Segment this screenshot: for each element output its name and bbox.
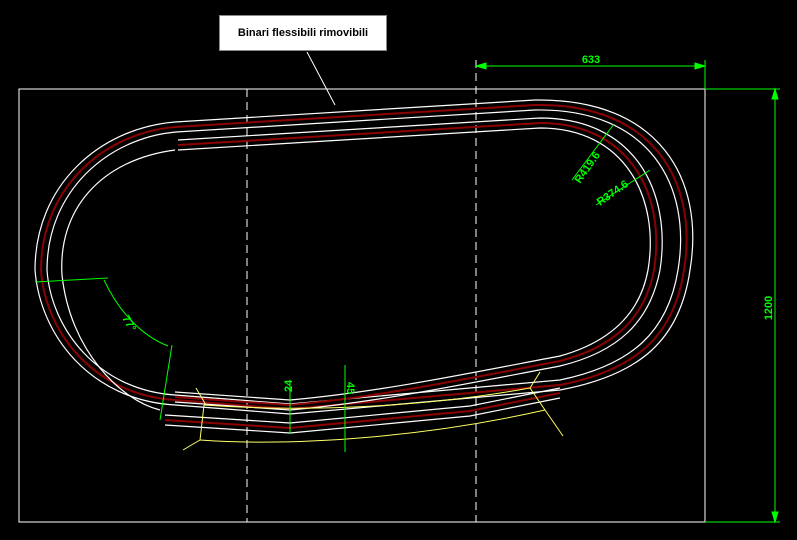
callout-text: Binari flessibili rimovibili bbox=[237, 27, 369, 39]
angle-dimension bbox=[34, 277, 173, 421]
callout-leader bbox=[306, 51, 336, 106]
dim-1200-label: 1200 bbox=[763, 296, 775, 320]
radius-outer-label: R419.6 bbox=[573, 150, 603, 186]
angle-label: 77° bbox=[119, 314, 138, 334]
callout-box: Binari flessibili rimovibili bbox=[219, 15, 387, 51]
outer-track-loop bbox=[34, 99, 694, 415]
gap-45-label: 45 bbox=[344, 382, 356, 394]
inner-track-loop bbox=[174, 117, 663, 411]
radius-inner-label: R374.6 bbox=[595, 178, 631, 208]
bottom-track-set bbox=[61, 149, 561, 434]
cad-drawing: 633 1200 R419.6 R374.6 77° 24 45 bbox=[18, 51, 780, 524]
dim-633-label: 633 bbox=[582, 54, 600, 66]
gap-24-label: 24 bbox=[283, 379, 295, 392]
flex-track-outline bbox=[182, 371, 564, 451]
